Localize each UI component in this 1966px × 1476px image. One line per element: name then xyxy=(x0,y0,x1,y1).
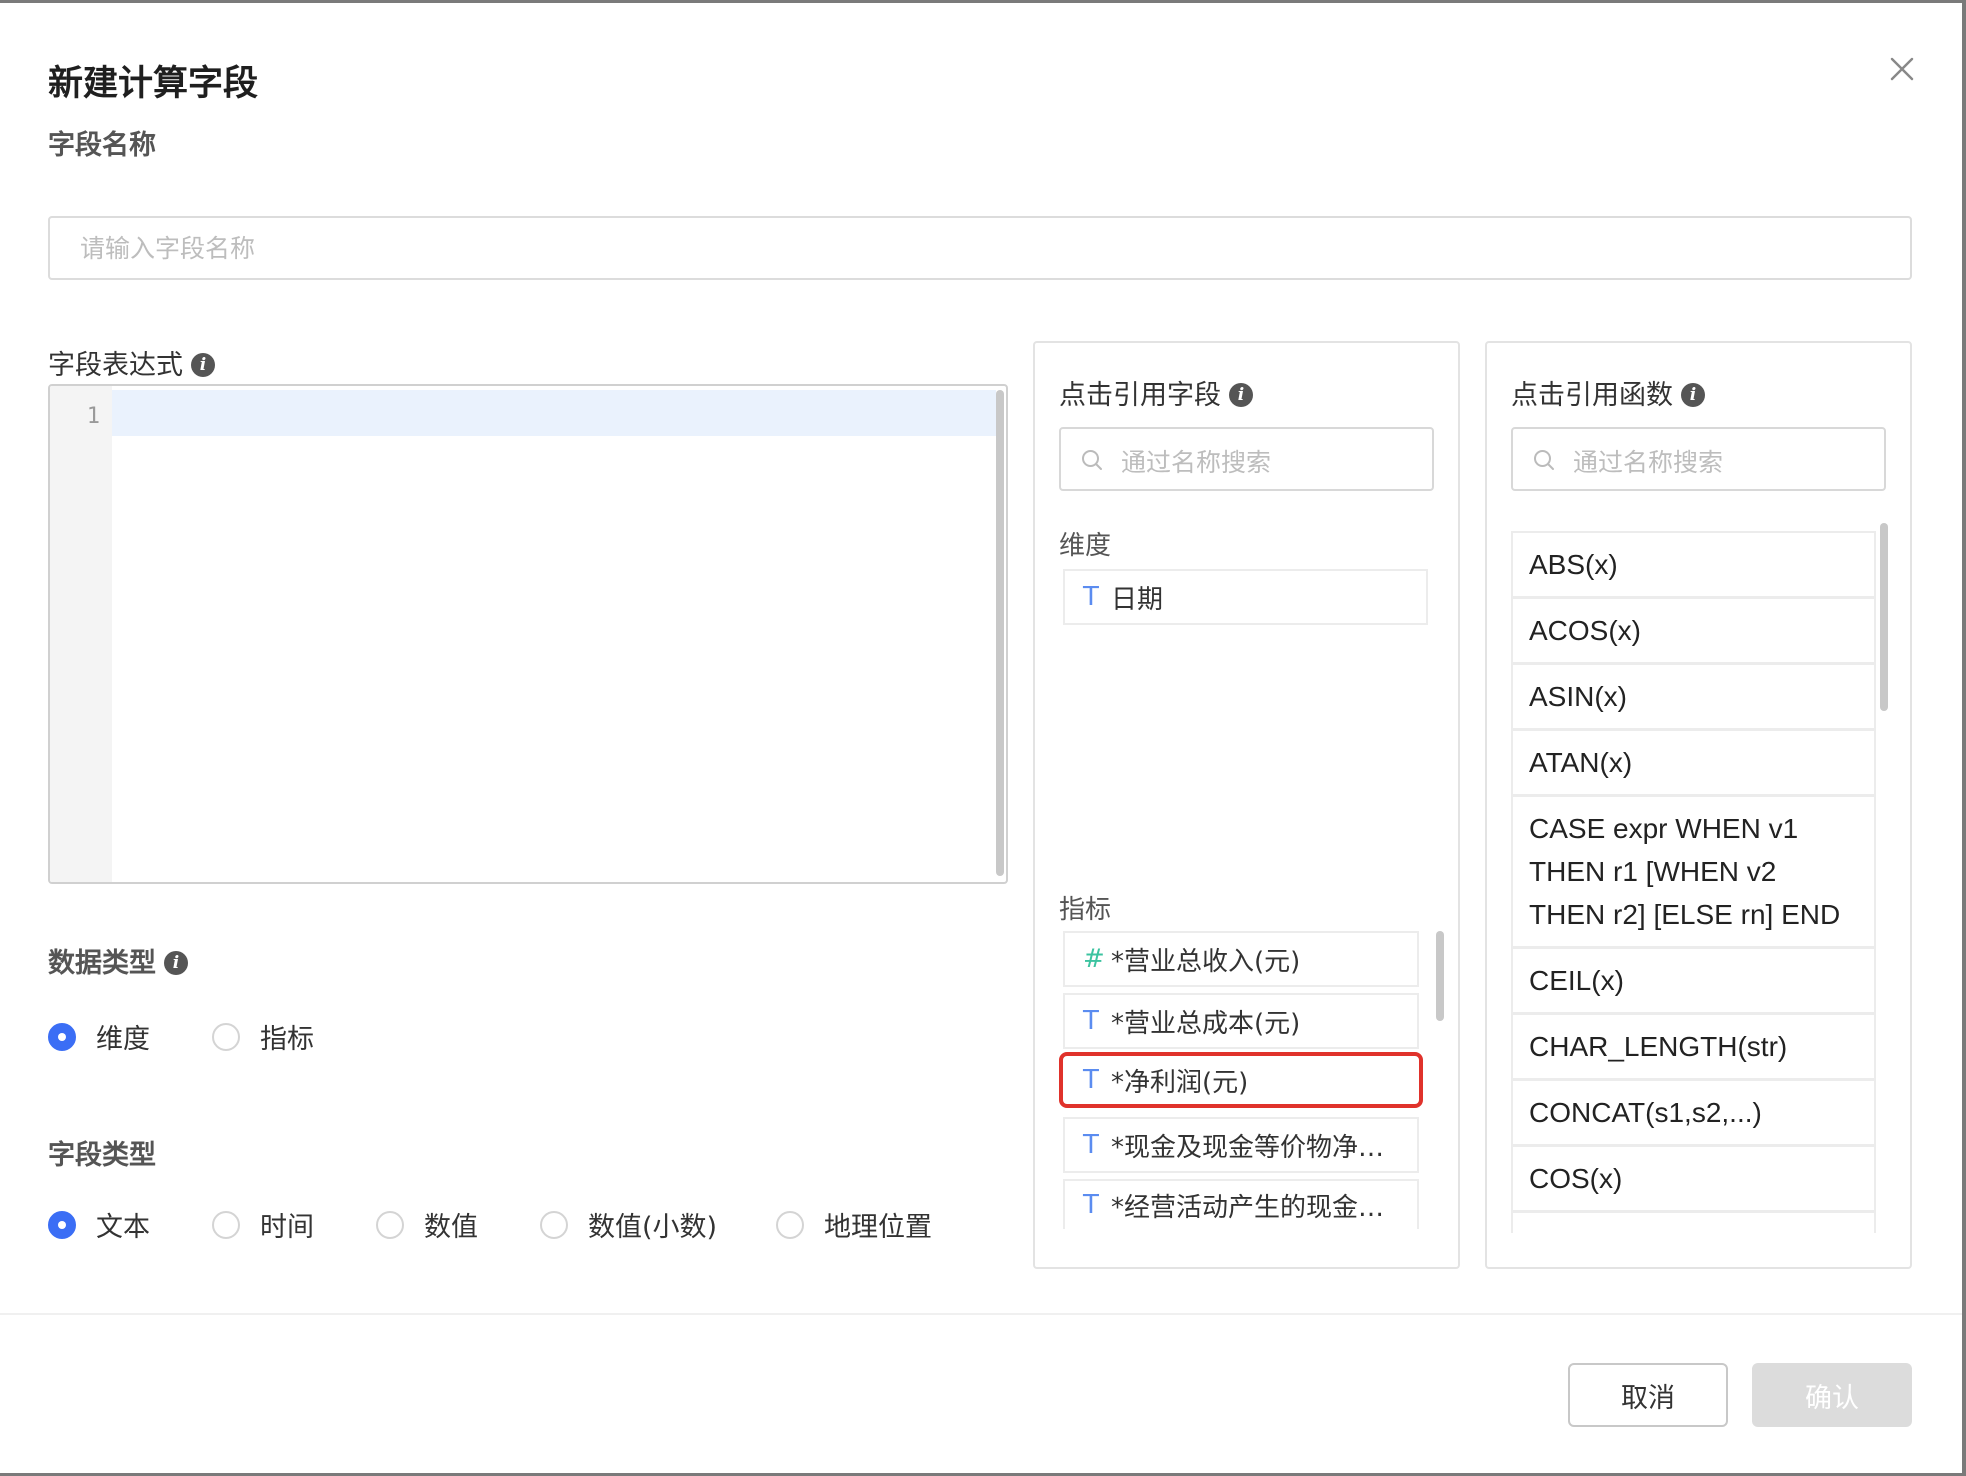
dialog-title: 新建计算字段 xyxy=(48,64,259,104)
functions-panel-title-text: 点击引用函数 xyxy=(1511,380,1673,411)
function-item-acos[interactable]: ACOS(x) xyxy=(1511,597,1876,664)
metrics-scrollbar[interactable] xyxy=(1436,931,1444,1021)
radio-dot xyxy=(212,1022,240,1051)
radio-label: 数值 xyxy=(424,1212,478,1243)
functions-search-input[interactable]: 通过名称搜索 xyxy=(1511,427,1886,491)
field-item-revenue[interactable]: # *营业总收入(元) xyxy=(1063,931,1419,987)
field-type-label: 字段类型 xyxy=(48,1140,156,1171)
expression-label: 字段表达式 i xyxy=(48,343,215,382)
text-type-icon: T xyxy=(1083,1130,1099,1160)
radio-number[interactable]: 数值 xyxy=(376,1205,540,1244)
fields-panel: 点击引用字段 i 通过名称搜索 维度 T 日期 指标 # *营业总收入(元) T … xyxy=(1033,341,1460,1269)
text-type-icon: T xyxy=(1083,582,1099,612)
field-name: *经营活动产生的现金… xyxy=(1111,1192,1385,1223)
functions-panel: 点击引用函数 i 通过名称搜索 ABS(x) ACOS(x) ASIN(x) AT… xyxy=(1485,341,1912,1269)
radio-decimal[interactable]: 数值(小数) xyxy=(540,1205,776,1244)
search-icon xyxy=(1082,450,1102,470)
radio-text[interactable]: 文本 xyxy=(48,1205,212,1244)
field-name: 日期 xyxy=(1111,584,1164,615)
radio-label: 维度 xyxy=(96,1024,150,1055)
field-name: *营业总收入(元) xyxy=(1111,946,1301,977)
field-name: *营业总成本(元) xyxy=(1111,1008,1301,1039)
functions-panel-title: 点击引用函数 i xyxy=(1511,373,1705,412)
text-type-icon: T xyxy=(1083,1065,1099,1095)
functions-list-viewport: 点击引用函数 i 通过名称搜索 ABS(x) ACOS(x) ASIN(x) AT… xyxy=(1487,343,1910,1233)
field-name: *净利润(元) xyxy=(1111,1067,1249,1098)
calculated-field-dialog: 新建计算字段 字段名称 字段表达式 i 1 数据类型 i 维度 指标 字段类型 文本… xyxy=(0,3,1962,1473)
fields-panel-title-text: 点击引用字段 xyxy=(1059,380,1221,411)
radio-dot xyxy=(48,1022,76,1051)
radio-label: 指标 xyxy=(260,1024,314,1055)
radio-time[interactable]: 时间 xyxy=(212,1205,376,1244)
function-item-cos[interactable]: COS(x) xyxy=(1511,1145,1876,1212)
function-item-case[interactable]: CASE expr WHEN v1 THEN r1 [WHEN v2 THEN … xyxy=(1511,795,1876,948)
editor-scrollbar[interactable] xyxy=(996,390,1004,876)
function-item-atan[interactable]: ATAN(x) xyxy=(1511,729,1876,796)
expression-label-text: 字段表达式 xyxy=(48,350,183,381)
function-item-cot[interactable]: COT(x) xyxy=(1511,1211,1876,1233)
dimension-section-label: 维度 xyxy=(1059,531,1112,561)
radio-dot xyxy=(376,1210,404,1239)
field-name-input[interactable] xyxy=(48,216,1912,280)
close-icon[interactable] xyxy=(1882,49,1922,89)
radio-dot xyxy=(776,1210,804,1239)
function-item-concat[interactable]: CONCAT(s1,s2,...) xyxy=(1511,1079,1876,1146)
radio-metric[interactable]: 指标 xyxy=(212,1017,314,1056)
info-icon[interactable]: i xyxy=(191,352,215,377)
active-line-highlight xyxy=(112,390,996,436)
field-item-cash-equivalents[interactable]: T *现金及现金等价物净… xyxy=(1063,1117,1419,1173)
metric-section-label: 指标 xyxy=(1059,895,1112,925)
info-icon[interactable]: i xyxy=(164,950,188,975)
function-item-abs[interactable]: ABS(x) xyxy=(1511,531,1876,598)
radio-label: 地理位置 xyxy=(824,1212,932,1243)
functions-scrollbar[interactable] xyxy=(1880,523,1888,711)
radio-label: 数值(小数) xyxy=(588,1212,718,1243)
radio-dimension[interactable]: 维度 xyxy=(48,1017,212,1056)
field-item-date[interactable]: T 日期 xyxy=(1063,569,1428,625)
radio-dot xyxy=(212,1210,240,1239)
data-type-label-text: 数据类型 xyxy=(48,948,156,979)
radio-geo-location[interactable]: 地理位置 xyxy=(776,1205,932,1244)
field-type-radio-group: 文本 时间 数值 数值(小数) 地理位置 xyxy=(48,1205,932,1244)
search-icon xyxy=(1534,450,1554,470)
confirm-button[interactable]: 确认 xyxy=(1752,1363,1912,1427)
text-type-icon: T xyxy=(1083,1006,1099,1036)
search-placeholder: 通过名称搜索 xyxy=(1573,448,1724,477)
data-type-radio-group: 维度 指标 xyxy=(48,1017,314,1056)
radio-label: 时间 xyxy=(260,1212,314,1243)
fields-panel-title: 点击引用字段 i xyxy=(1059,373,1253,412)
field-name-label: 字段名称 xyxy=(48,130,156,161)
cancel-button[interactable]: 取消 xyxy=(1568,1363,1728,1427)
text-type-icon: T xyxy=(1083,1190,1099,1220)
field-name: *现金及现金等价物净… xyxy=(1111,1132,1385,1163)
number-type-icon: # xyxy=(1083,944,1105,974)
footer-divider xyxy=(0,1313,1962,1315)
field-item-net-profit[interactable]: T *净利润(元) xyxy=(1059,1052,1423,1108)
radio-dot xyxy=(540,1210,568,1239)
field-item-total-cost[interactable]: T *营业总成本(元) xyxy=(1063,993,1419,1049)
radio-dot xyxy=(48,1210,76,1239)
line-number: 1 xyxy=(86,404,100,429)
expression-editor[interactable]: 1 xyxy=(48,384,1008,884)
function-item-asin[interactable]: ASIN(x) xyxy=(1511,663,1876,730)
function-item-ceil[interactable]: CEIL(x) xyxy=(1511,947,1876,1014)
radio-label: 文本 xyxy=(96,1212,150,1243)
search-placeholder: 通过名称搜索 xyxy=(1121,448,1272,477)
info-icon[interactable]: i xyxy=(1681,382,1705,407)
function-item-char-length[interactable]: CHAR_LENGTH(str) xyxy=(1511,1013,1876,1080)
info-icon[interactable]: i xyxy=(1229,382,1253,407)
fields-search-input[interactable]: 通过名称搜索 xyxy=(1059,427,1434,491)
field-item-operating-cash[interactable]: T *经营活动产生的现金… xyxy=(1063,1179,1419,1229)
editor-gutter: 1 xyxy=(50,386,112,882)
data-type-label: 数据类型 i xyxy=(48,941,188,980)
